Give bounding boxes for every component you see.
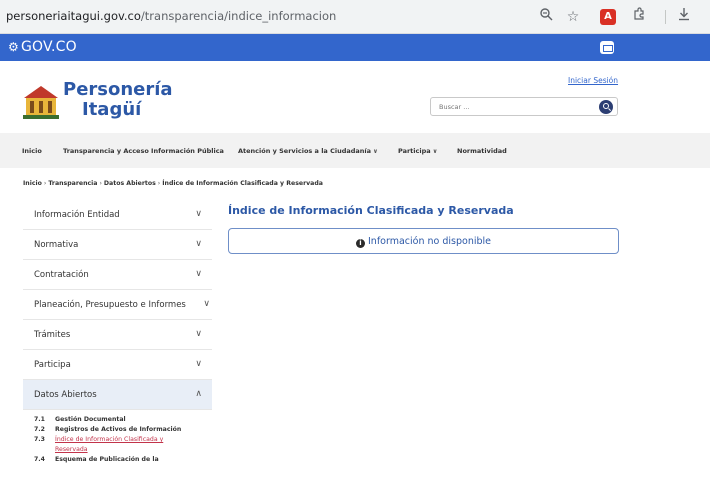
personeria-logo-icon[interactable] [22,83,60,121]
sidebar-item-tramites[interactable]: Trámites ∨ [23,320,212,350]
zoom-icon[interactable] [536,7,556,27]
sidebar-item-normativa[interactable]: Normativa ∨ [23,230,212,260]
url-path: /transparencia/indice_informacion [140,9,337,23]
breadcrumb-separator: › [43,180,47,187]
breadcrumb-datos-abiertos[interactable]: Datos Abiertos [104,180,156,187]
sidebar-subitem-esquema-publicacion[interactable]: 7.4 Esquema de Publicación de la [23,456,212,466]
chevron-down-icon: ∨ [203,299,210,309]
pdf-extension-icon[interactable]: A [600,9,616,25]
notice-box: i Información no disponible [228,228,619,254]
breadcrumb-inicio[interactable]: Inicio [23,180,42,187]
breadcrumb-separator: › [157,180,161,187]
extensions-icon[interactable] [629,7,649,27]
sidebar-sublist: 7.1 Gestión Documental 7.2 Registros de Ac… [23,410,212,466]
gov-shield-icon: ⚙ [8,40,19,54]
download-icon[interactable] [674,7,694,27]
main-nav: Inicio Transparencia y Acceso Informació… [0,133,710,168]
chevron-down-icon: ∨ [195,359,202,369]
chevron-up-icon: ∧ [195,389,202,399]
chevron-down-icon: ∨ [195,209,202,219]
sidebar-item-informacion-entidad[interactable]: Información Entidad ∨ [23,200,212,230]
logo-title-line2[interactable]: Itagüí [82,99,141,120]
sidebar-subitem-indice-informacion-cont[interactable]: Reservada [23,446,212,456]
notice-text: Información no disponible [368,236,491,247]
sidebar-item-datos-abiertos[interactable]: Datos Abiertos ∧ [23,380,212,410]
login-link[interactable]: Iniciar Sesión [568,76,618,85]
breadcrumb: Inicio › Transparencia › Datos Abiertos › Índi… [23,180,323,187]
nav-item-transparencia[interactable]: Transparencia y Acceso Información Públi… [63,147,224,155]
sidebar-subitem-gestion-documental[interactable]: 7.1 Gestión Documental [23,416,212,426]
sidebar-subitem-registros-activos[interactable]: 7.2 Registros de Activos de Información [23,426,212,436]
sidebar-subitem-indice-informacion[interactable]: 7.3 Índice de Información Clasificada y [23,436,212,446]
nav-item-participa[interactable]: Participa ∨ [398,147,438,155]
chevron-down-icon: ∨ [373,148,378,155]
chevron-down-icon: ∨ [195,239,202,249]
address-bar[interactable]: personeriaitagui.gov.co/transparencia/in… [6,9,336,23]
chevron-down-icon: ∨ [195,329,202,339]
sidebar-item-contratacion[interactable]: Contratación ∨ [23,260,212,290]
browser-toolbar: personeriaitagui.gov.co/transparencia/in… [0,0,710,34]
chevron-down-icon: ∨ [432,148,438,155]
sidebar: Información Entidad ∨ Normativa ∨ Contrata… [23,200,212,466]
sidebar-item-participa[interactable]: Participa ∨ [23,350,212,380]
mail-icon[interactable] [600,41,614,54]
search-input[interactable] [439,103,589,111]
url-host: personeriaitagui.gov.co [6,9,141,23]
logo-title-line1[interactable]: Personería [63,79,173,100]
breadcrumb-current: Índice de Información Clasificada y Rese… [162,180,323,187]
chevron-down-icon: ∨ [195,269,202,279]
gov-co-logo[interactable]: ⚙ GOV.CO [8,39,77,55]
search-box [430,97,618,116]
nav-item-atencion[interactable]: Atención y Servicios a la Ciudadanía ∨ [238,147,378,155]
search-button[interactable] [599,100,613,114]
page-title: Índice de Información Clasificada y Rese… [228,204,514,217]
breadcrumb-separator: › [99,180,102,187]
star-icon[interactable]: ☆ [563,7,583,27]
nav-item-inicio[interactable]: Inicio [22,147,42,155]
sidebar-item-planeacion[interactable]: Planeación, Presupuesto e Informes ∨ [23,290,212,320]
nav-item-normatividad[interactable]: Normatividad [457,147,507,155]
toolbar-separator [665,10,666,24]
breadcrumb-transparencia[interactable]: Transparencia [48,180,97,187]
gov-co-bar: ⚙ GOV.CO [0,34,710,61]
info-icon: i [356,239,365,248]
